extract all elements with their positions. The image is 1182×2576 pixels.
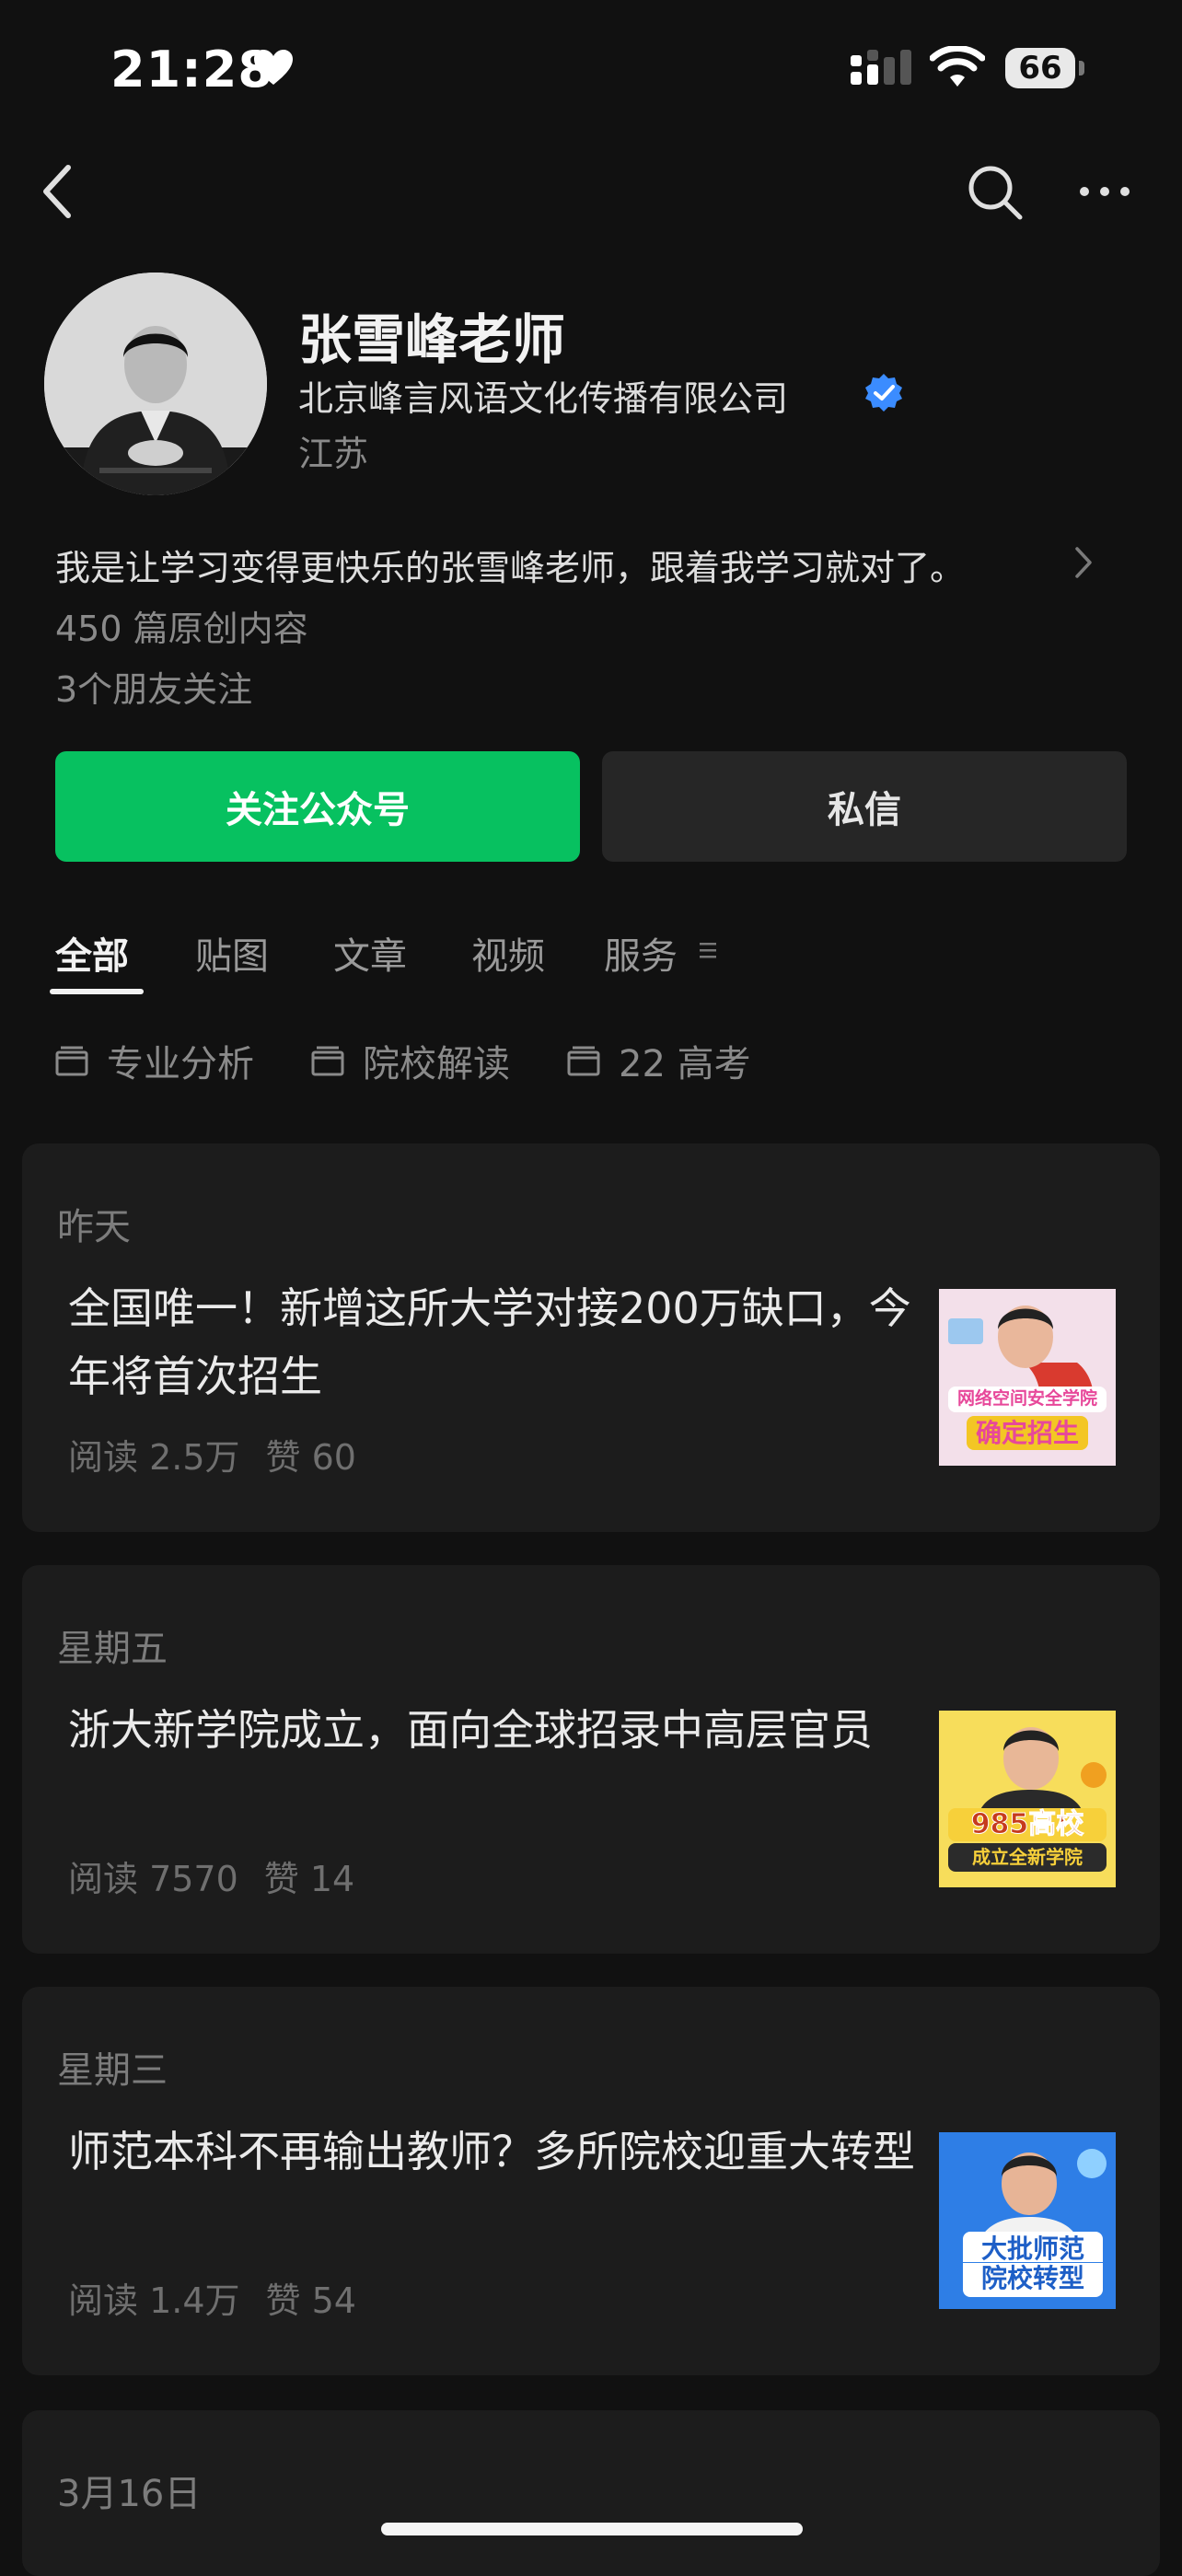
read-count: 阅读 7570 [68, 1859, 238, 1899]
message-button[interactable]: 私信 [602, 751, 1127, 862]
original-count: 450 篇原创内容 [55, 609, 308, 649]
company-name[interactable]: 北京峰言风语文化传播有限公司 [298, 370, 788, 421]
like-count: 赞 54 [265, 2280, 356, 2321]
account-name: 张雪峰老师 [298, 308, 566, 371]
like-count: 赞 60 [265, 1437, 356, 1478]
heart-icon [254, 50, 293, 85]
verified-badge-icon [865, 374, 902, 412]
thumbnail-caption-top: 大批师范 [963, 2232, 1103, 2263]
article-title[interactable]: 师范本科不再输出教师？多所院校迎重大转型 [68, 2118, 915, 2186]
article-date: 3月16日 [57, 2473, 202, 2515]
article-stats: 阅读 7570 赞 14 [68, 1851, 354, 1901]
read-count: 阅读 2.5万 [68, 1437, 240, 1478]
article-date: 星期五 [57, 1628, 168, 1670]
folder-icon [55, 1046, 88, 1076]
region-label: 江苏 [298, 434, 369, 474]
article-stats: 阅读 2.5万赞 60 [68, 1429, 356, 1479]
article-thumbnail[interactable]: 大批师范 院校转型 [939, 2132, 1116, 2309]
wifi-icon [930, 46, 985, 87]
article-card[interactable]: 3月16日 [22, 2410, 1160, 2576]
article-card[interactable]: 昨天 全国唯一！新增这所大学对接200万缺口，今年将首次招生 阅读 2.5万赞 … [22, 1143, 1160, 1532]
thumbnail-caption-bottom: 院校转型 [963, 2263, 1103, 2298]
search-icon[interactable] [965, 162, 1024, 221]
battery-nub [1079, 61, 1084, 75]
thumbnail-caption-top: 985高校 [948, 1808, 1107, 1841]
back-arrow-icon[interactable] [37, 162, 81, 221]
cellular-signal-icon [851, 50, 911, 85]
tab-all[interactable]: 全部 [55, 926, 129, 980]
read-count: 阅读 1.4万 [68, 2280, 240, 2321]
collection-school-review[interactable]: 院校解读 [311, 1037, 510, 1085]
tab-images[interactable]: 贴图 [195, 926, 269, 980]
tab-articles[interactable]: 文章 [333, 926, 407, 980]
article-thumbnail[interactable]: 网络空间安全学院 确定招生 [939, 1289, 1116, 1466]
friends-following[interactable]: 3个朋友关注 [55, 661, 252, 712]
avatar[interactable] [44, 273, 267, 495]
avatar-portrait [44, 273, 267, 495]
battery-level: 66 [1005, 48, 1075, 88]
article-date: 昨天 [57, 1206, 131, 1248]
folder-icon [567, 1046, 600, 1076]
active-tab-indicator [50, 989, 144, 994]
article-thumbnail[interactable]: 985高校 成立全新学院 [939, 1711, 1116, 1887]
menu-lines-icon[interactable] [698, 941, 718, 959]
collection-label: 22 高考 [619, 1043, 751, 1085]
article-card[interactable]: 星期五 浙大新学院成立，面向全球招录中高层官员 阅读 7570 赞 14 985高… [22, 1565, 1160, 1954]
follow-button[interactable]: 关注公众号 [55, 751, 580, 862]
more-options-icon[interactable] [1077, 177, 1132, 206]
folder-icon [311, 1046, 344, 1076]
status-time: 21:28 [110, 41, 273, 99]
thumbnail-caption-bottom: 确定招生 [967, 1416, 1088, 1451]
tab-services[interactable]: 服务 [604, 926, 678, 980]
bio-text[interactable]: 我是让学习变得更快乐的张雪峰老师，跟着我学习就对了。 [55, 540, 965, 590]
article-date: 星期三 [57, 2049, 168, 2092]
collection-gaokao-22[interactable]: 22 高考 [567, 1037, 751, 1085]
thumbnail-caption-top: 网络空间安全学院 [948, 1387, 1107, 1412]
collection-label: 院校解读 [363, 1043, 510, 1085]
thumbnail-caption-bottom: 成立全新学院 [948, 1843, 1107, 1872]
battery-indicator: 66 [1005, 48, 1084, 88]
home-indicator[interactable] [381, 2523, 803, 2535]
article-stats: 阅读 1.4万赞 54 [68, 2272, 356, 2323]
tab-videos[interactable]: 视频 [471, 926, 545, 980]
article-title[interactable]: 全国唯一！新增这所大学对接200万缺口，今年将首次招生 [68, 1274, 915, 1410]
like-count: 赞 14 [263, 1859, 355, 1899]
collection-label: 专业分析 [107, 1043, 254, 1085]
article-title[interactable]: 浙大新学院成立，面向全球招录中高层官员 [68, 1696, 915, 1764]
article-card[interactable]: 星期三 师范本科不再输出教师？多所院校迎重大转型 阅读 1.4万赞 54 大批师… [22, 1987, 1160, 2375]
collection-major-analysis[interactable]: 专业分析 [55, 1037, 254, 1085]
chevron-right-icon[interactable] [1073, 545, 1094, 580]
